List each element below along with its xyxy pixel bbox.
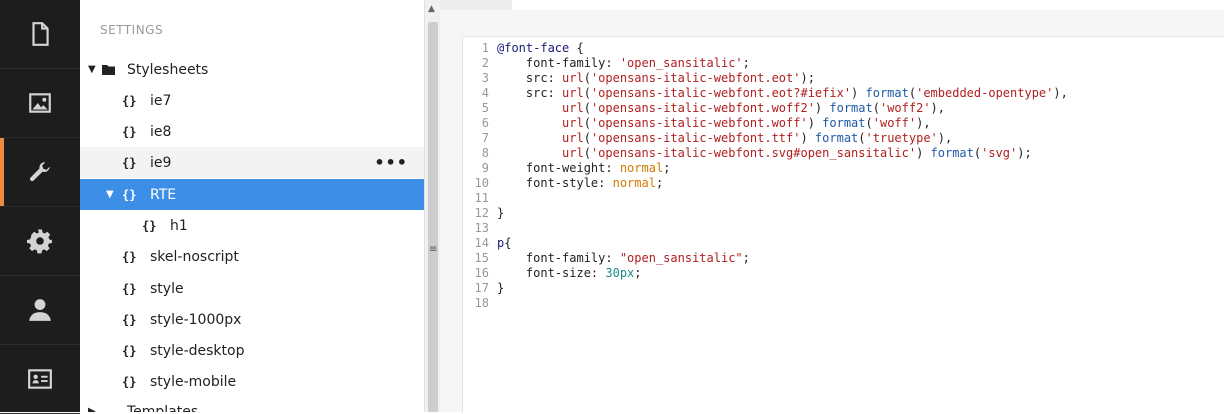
code-line: 10 font-style: normal; (474, 176, 664, 190)
code-line: 9 font-weight: normal; (481, 161, 671, 175)
id-card-icon (28, 369, 52, 389)
panel-scrollbar[interactable]: ▲ ≡ (424, 0, 441, 412)
tree-label: ie8 (150, 123, 172, 140)
editor-panel: 1 @font-face { 2 font-family: 'open_sansi… (440, 0, 1224, 413)
tree-node-stylesheets[interactable]: ▼ Stylesheets (80, 54, 424, 85)
tree-label: style-desktop (150, 342, 245, 359)
section-users[interactable] (0, 276, 80, 345)
tree-label: style-mobile (150, 373, 237, 390)
stylesheet-icon: {} (122, 187, 137, 202)
tree-label: ie7 (150, 92, 172, 109)
stylesheet-icon: {} (122, 343, 137, 358)
wrench-icon (30, 162, 50, 182)
section-content[interactable] (0, 0, 80, 69)
document-icon (32, 22, 49, 46)
tree-node-h1[interactable]: {} h1 (80, 210, 424, 241)
more-options-icon[interactable]: ••• (374, 153, 408, 172)
stylesheet-icon: {} (122, 155, 137, 170)
section-media[interactable] (0, 69, 80, 138)
stylesheet-icon: {} (122, 281, 137, 296)
gear-icon (27, 229, 52, 254)
code-line: 2 font-family: 'open_sansitalic'; (481, 56, 750, 70)
tree-node-skel-noscript[interactable]: {} skel-noscript (80, 241, 424, 272)
tree-node-style-1000px[interactable]: {} style-1000px (80, 304, 424, 335)
stylesheet-icon: {} (122, 312, 137, 327)
settings-tree: SETTINGS ▼ Stylesheets {} ie7 {} ie8 {} … (80, 0, 424, 412)
tree-node-ie9[interactable]: {} ie9 ••• (80, 147, 424, 178)
image-icon (29, 93, 51, 113)
section-developer[interactable] (0, 207, 80, 276)
tree-node-templates[interactable]: ▶ Templates (80, 396, 424, 413)
tree-node-style-mobile[interactable]: {} style-mobile (80, 366, 424, 397)
code-line: 1 @font-face { (481, 41, 584, 55)
tree-node-style[interactable]: {} style (80, 273, 424, 304)
resize-grip-icon[interactable]: ≡ (429, 244, 437, 255)
tree-label: style-1000px (150, 311, 242, 328)
app-sidebar (0, 0, 80, 414)
scroll-up-icon[interactable]: ▲ (428, 4, 435, 14)
tree-node-ie7[interactable]: {} ie7 (80, 85, 424, 116)
tree-label: ie9 (150, 154, 172, 171)
stylesheet-icon: {} (122, 93, 137, 108)
tree-label: skel-noscript (150, 248, 239, 265)
code-line: 15 font-family: "open_sansitalic"; (474, 251, 750, 265)
scrollbar-thumb[interactable] (428, 22, 438, 412)
caret-down-icon[interactable]: ▼ (88, 64, 96, 75)
code-editor[interactable]: 1 @font-face { 2 font-family: 'open_sansi… (462, 36, 1224, 413)
code-line: 18 (474, 296, 489, 310)
section-settings[interactable] (0, 138, 80, 207)
code-line: 12} (474, 206, 505, 220)
folder-icon (102, 65, 115, 75)
caret-right-icon[interactable]: ▶ (88, 406, 96, 412)
tree-label: Stylesheets (127, 61, 209, 78)
code-line: 7 url('opensans-italic-webfont.ttf') for… (481, 131, 953, 145)
section-members[interactable] (0, 345, 80, 414)
tree-node-rte[interactable]: ▼ {} RTE (80, 179, 424, 210)
code-line: 4 src: url('opensans-italic-webfont.eot?… (481, 86, 1068, 100)
code-line: 17} (474, 281, 505, 295)
tree-header: SETTINGS (100, 23, 164, 37)
editor-tab[interactable] (440, 0, 512, 10)
stylesheet-icon: {} (122, 124, 137, 139)
caret-down-icon[interactable]: ▼ (106, 189, 114, 200)
code-line: 14 p{ (474, 236, 512, 250)
user-icon (29, 299, 51, 321)
tree-label: style (150, 280, 184, 297)
tree-label: Templates (127, 403, 199, 413)
stylesheet-icon: {} (122, 249, 137, 264)
editor-tabstrip (440, 0, 1224, 10)
code-line: 8 url('opensans-italic-webfont.svg#open_… (481, 146, 1032, 160)
code-line: 16 font-size: 30px; (474, 266, 642, 280)
code-line: 11 (474, 191, 489, 205)
tree-label: h1 (170, 217, 188, 234)
stylesheet-icon: {} (122, 374, 137, 389)
tree-node-style-desktop[interactable]: {} style-desktop (80, 335, 424, 366)
code-line: 13 (474, 221, 489, 235)
code-line: 3 src: url('opensans-italic-webfont.eot'… (481, 71, 815, 85)
code-line: 5 url('opensans-italic-webfont.woff2') f… (481, 101, 945, 115)
code-line: 6 url('opensans-italic-webfont.woff') fo… (481, 116, 931, 130)
rule-icon: {} (142, 218, 157, 233)
tree-label: RTE (150, 186, 177, 203)
tree-node-ie8[interactable]: {} ie8 (80, 116, 424, 147)
